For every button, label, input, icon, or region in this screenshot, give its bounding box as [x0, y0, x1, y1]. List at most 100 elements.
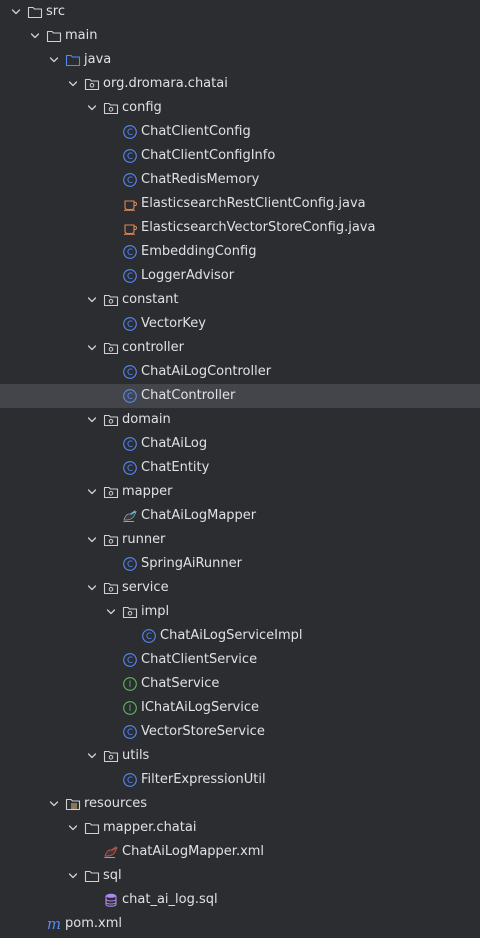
tree-row[interactable]: mapper.chatai — [0, 816, 480, 840]
chevron-placeholder — [103, 456, 119, 480]
tree-row[interactable]: domain — [0, 408, 480, 432]
chevron-placeholder — [103, 240, 119, 264]
tree-row[interactable]: C ChatAiLog — [0, 432, 480, 456]
tree-row[interactable]: m pom.xml — [0, 912, 480, 936]
tree-item-label: ElasticsearchVectorStoreConfig.java — [141, 220, 376, 235]
tree-item-label: chat_ai_log.sql — [122, 892, 218, 907]
tree-row[interactable]: service — [0, 576, 480, 600]
chevron-down-icon[interactable] — [84, 576, 100, 600]
tree-row[interactable]: C ChatClientService — [0, 648, 480, 672]
class-icon: C — [122, 124, 138, 140]
chevron-placeholder — [103, 384, 119, 408]
tree-item-label: sql — [103, 868, 122, 883]
tree-row[interactable]: I IChatAiLogService — [0, 696, 480, 720]
package-icon — [103, 532, 119, 548]
tree-row[interactable]: main — [0, 24, 480, 48]
class-icon: C — [122, 316, 138, 332]
svg-text:I: I — [129, 680, 132, 690]
package-icon — [103, 292, 119, 308]
tree-row[interactable]: config — [0, 96, 480, 120]
chevron-placeholder — [27, 912, 43, 936]
tree-row[interactable]: src — [0, 0, 480, 24]
chevron-down-icon[interactable] — [46, 48, 62, 72]
chevron-placeholder — [103, 768, 119, 792]
tree-row[interactable]: C ChatAiLogServiceImpl — [0, 624, 480, 648]
tree-item-label: IChatAiLogService — [141, 700, 259, 715]
tree-item-label: EmbeddingConfig — [141, 244, 257, 259]
tree-item-label: LoggerAdvisor — [141, 268, 235, 283]
tree-row[interactable]: mapper — [0, 480, 480, 504]
tree-row[interactable]: C ChatEntity — [0, 456, 480, 480]
chevron-down-icon[interactable] — [84, 336, 100, 360]
package-icon — [103, 412, 119, 428]
folder-icon — [84, 820, 100, 836]
tree-row[interactable]: runner — [0, 528, 480, 552]
tree-row[interactable]: C ChatAiLogController — [0, 360, 480, 384]
chevron-down-icon[interactable] — [84, 528, 100, 552]
tree-row[interactable]: C VectorKey — [0, 312, 480, 336]
tree-row[interactable]: ChatAiLogMapper.xml — [0, 840, 480, 864]
svg-text:C: C — [127, 152, 133, 162]
chevron-down-icon[interactable] — [27, 24, 43, 48]
tree-row[interactable]: C EmbeddingConfig — [0, 240, 480, 264]
tree-item-label: ChatService — [141, 676, 220, 691]
chevron-down-icon[interactable] — [103, 600, 119, 624]
tree-row[interactable]: C ChatController — [0, 384, 480, 408]
chevron-down-icon[interactable] — [65, 72, 81, 96]
tree-row[interactable]: C ChatClientConfigInfo — [0, 144, 480, 168]
tree-item-label: resources — [84, 796, 148, 811]
tree-row[interactable]: C ChatRedisMemory — [0, 168, 480, 192]
tree-row[interactable]: impl — [0, 600, 480, 624]
chevron-placeholder — [122, 624, 138, 648]
tree-item-label: mapper.chatai — [103, 820, 197, 835]
tree-row[interactable]: resources — [0, 792, 480, 816]
tree-row[interactable]: chat_ai_log.sql — [0, 888, 480, 912]
chevron-down-icon[interactable] — [84, 480, 100, 504]
tree-row[interactable]: C LoggerAdvisor — [0, 264, 480, 288]
tree-row[interactable]: constant — [0, 288, 480, 312]
class-icon: C — [122, 436, 138, 452]
svg-text:C: C — [127, 728, 133, 738]
tree-item-label: VectorKey — [141, 316, 206, 331]
svg-text:C: C — [127, 128, 133, 138]
tree-row[interactable]: C VectorStoreService — [0, 720, 480, 744]
tree-item-label: SpringAiRunner — [141, 556, 242, 571]
tree-row[interactable]: utils — [0, 744, 480, 768]
java-file-icon — [122, 196, 138, 212]
tree-row[interactable]: sql — [0, 864, 480, 888]
chevron-placeholder — [84, 888, 100, 912]
mybatis-xml-icon — [103, 844, 119, 860]
tree-item-label: config — [122, 100, 162, 115]
chevron-down-icon[interactable] — [84, 288, 100, 312]
chevron-down-icon[interactable] — [8, 0, 24, 24]
tree-row[interactable]: org.dromara.chatai — [0, 72, 480, 96]
tree-row[interactable]: java — [0, 48, 480, 72]
chevron-down-icon[interactable] — [65, 864, 81, 888]
chevron-down-icon[interactable] — [46, 792, 62, 816]
chevron-placeholder — [103, 648, 119, 672]
tree-row[interactable]: ElasticsearchVectorStoreConfig.java — [0, 216, 480, 240]
tree-row[interactable]: controller — [0, 336, 480, 360]
tree-row[interactable]: C SpringAiRunner — [0, 552, 480, 576]
svg-text:C: C — [127, 656, 133, 666]
tree-row[interactable]: C ChatClientConfig — [0, 120, 480, 144]
chevron-down-icon[interactable] — [84, 96, 100, 120]
package-icon — [103, 100, 119, 116]
tree-row[interactable]: I ChatService — [0, 672, 480, 696]
class-icon: C — [141, 628, 157, 644]
java-file-icon — [122, 220, 138, 236]
tree-row[interactable]: C FilterExpressionUtil — [0, 768, 480, 792]
chevron-placeholder — [103, 312, 119, 336]
tree-row[interactable]: ChatAiLogMapper — [0, 504, 480, 528]
chevron-placeholder — [103, 552, 119, 576]
tree-item-label: ChatAiLogMapper.xml — [122, 844, 265, 859]
tree-row[interactable]: ElasticsearchRestClientConfig.java — [0, 192, 480, 216]
chevron-down-icon[interactable] — [84, 408, 100, 432]
chevron-down-icon[interactable] — [65, 816, 81, 840]
sql-file-icon — [103, 892, 119, 908]
resources-root-folder-icon — [65, 796, 81, 812]
svg-text:m: m — [47, 916, 61, 932]
class-icon: C — [122, 364, 138, 380]
chevron-down-icon[interactable] — [84, 744, 100, 768]
class-icon: C — [122, 556, 138, 572]
